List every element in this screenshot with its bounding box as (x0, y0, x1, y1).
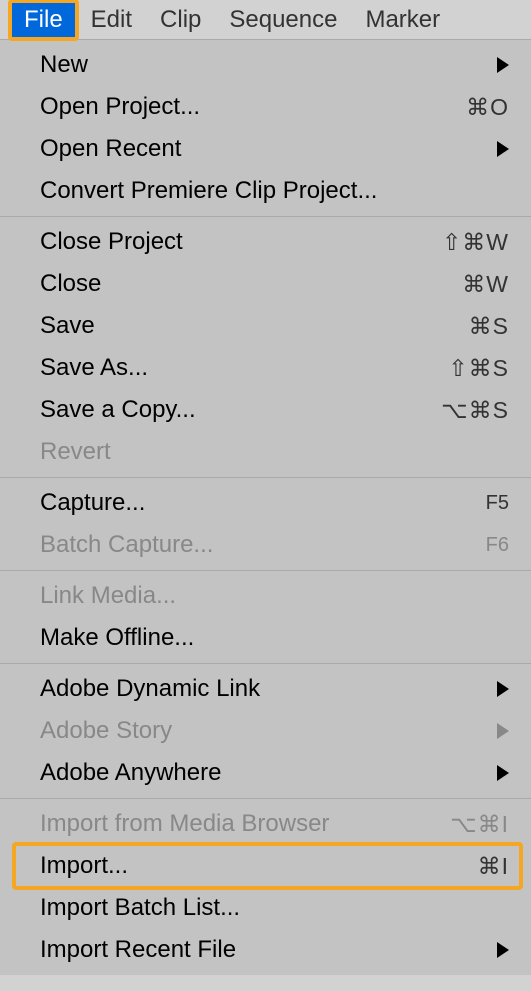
menu-adobe-dynamic[interactable]: Adobe Dynamic Link (0, 668, 531, 710)
menu-adobe-story-label: Adobe Story (40, 717, 172, 745)
menu-revert: Revert (0, 431, 531, 473)
save-shortcut: ⌘S (469, 313, 509, 340)
menu-new-label: New (40, 51, 88, 79)
menu-save[interactable]: Save ⌘S (0, 305, 531, 347)
menu-adobe-dynamic-label: Adobe Dynamic Link (40, 675, 260, 703)
menu-revert-label: Revert (40, 438, 111, 466)
menu-save-as[interactable]: Save As... ⇧⌘S (0, 347, 531, 389)
menu-import[interactable]: Import... ⌘I (0, 845, 531, 887)
menu-capture[interactable]: Capture... F5 (0, 482, 531, 524)
menu-open-recent-label: Open Recent (40, 135, 181, 163)
menu-adobe-story: Adobe Story (0, 710, 531, 752)
menu-open-project[interactable]: Open Project... ⌘O (0, 86, 531, 128)
menu-import-recent-label: Import Recent File (40, 936, 236, 964)
menu-import-label: Import... (40, 852, 128, 880)
menu-convert-premiere[interactable]: Convert Premiere Clip Project... (0, 170, 531, 212)
menubar-marker[interactable]: Marker (351, 1, 454, 39)
menu-link-media-label: Link Media... (40, 582, 176, 610)
submenu-arrow-icon (497, 141, 509, 157)
open-project-shortcut: ⌘O (466, 94, 509, 121)
menu-close-project[interactable]: Close Project ⇧⌘W (0, 221, 531, 263)
submenu-arrow-icon (497, 723, 509, 739)
menu-make-offline[interactable]: Make Offline... (0, 617, 531, 659)
menu-import-batch-label: Import Batch List... (40, 894, 240, 922)
capture-shortcut: F5 (486, 492, 509, 515)
save-copy-shortcut: ⌥⌘S (441, 397, 509, 424)
menu-section-3: Capture... F5 Batch Capture... F6 (0, 478, 531, 571)
menu-section-2: Close Project ⇧⌘W Close ⌘W Save ⌘S Save … (0, 217, 531, 478)
submenu-arrow-icon (497, 57, 509, 73)
menu-import-media-browser: Import from Media Browser ⌥⌘I (0, 803, 531, 845)
file-menu-highlight: File (10, 1, 77, 39)
menu-import-media-browser-label: Import from Media Browser (40, 810, 329, 838)
menu-open-recent[interactable]: Open Recent (0, 128, 531, 170)
import-shortcut: ⌘I (478, 853, 509, 880)
menu-open-project-label: Open Project... (40, 93, 200, 121)
menu-save-label: Save (40, 312, 95, 340)
menu-save-as-label: Save As... (40, 354, 148, 382)
menubar: File Edit Clip Sequence Marker (0, 0, 531, 40)
close-project-shortcut: ⇧⌘W (442, 229, 509, 256)
menu-convert-premiere-label: Convert Premiere Clip Project... (40, 177, 377, 205)
menubar-file[interactable]: File (10, 1, 77, 39)
menu-import-batch[interactable]: Import Batch List... (0, 887, 531, 929)
import-media-browser-shortcut: ⌥⌘I (450, 811, 509, 838)
menu-close-project-label: Close Project (40, 228, 183, 256)
menu-save-copy-label: Save a Copy... (40, 396, 196, 424)
save-as-shortcut: ⇧⌘S (448, 355, 509, 382)
menu-link-media: Link Media... (0, 575, 531, 617)
menu-section-6: Import from Media Browser ⌥⌘I Import... … (0, 799, 531, 975)
menu-make-offline-label: Make Offline... (40, 624, 194, 652)
menu-section-5: Adobe Dynamic Link Adobe Story Adobe Any… (0, 664, 531, 799)
menu-new[interactable]: New (0, 44, 531, 86)
submenu-arrow-icon (497, 942, 509, 958)
submenu-arrow-icon (497, 765, 509, 781)
menubar-clip[interactable]: Clip (146, 1, 215, 39)
menu-import-recent[interactable]: Import Recent File (0, 929, 531, 971)
file-dropdown: New Open Project... ⌘O Open Recent Conve… (0, 40, 531, 975)
menu-save-copy[interactable]: Save a Copy... ⌥⌘S (0, 389, 531, 431)
close-shortcut: ⌘W (462, 271, 509, 298)
menu-batch-capture-label: Batch Capture... (40, 531, 213, 559)
menu-adobe-anywhere[interactable]: Adobe Anywhere (0, 752, 531, 794)
menu-capture-label: Capture... (40, 489, 145, 517)
batch-capture-shortcut: F6 (486, 534, 509, 557)
menu-close[interactable]: Close ⌘W (0, 263, 531, 305)
menu-section-1: New Open Project... ⌘O Open Recent Conve… (0, 40, 531, 217)
menu-close-label: Close (40, 270, 101, 298)
menubar-sequence[interactable]: Sequence (215, 1, 351, 39)
menubar-edit[interactable]: Edit (77, 1, 146, 39)
menu-adobe-anywhere-label: Adobe Anywhere (40, 759, 221, 787)
menu-batch-capture: Batch Capture... F6 (0, 524, 531, 566)
submenu-arrow-icon (497, 681, 509, 697)
menu-section-4: Link Media... Make Offline... (0, 571, 531, 664)
